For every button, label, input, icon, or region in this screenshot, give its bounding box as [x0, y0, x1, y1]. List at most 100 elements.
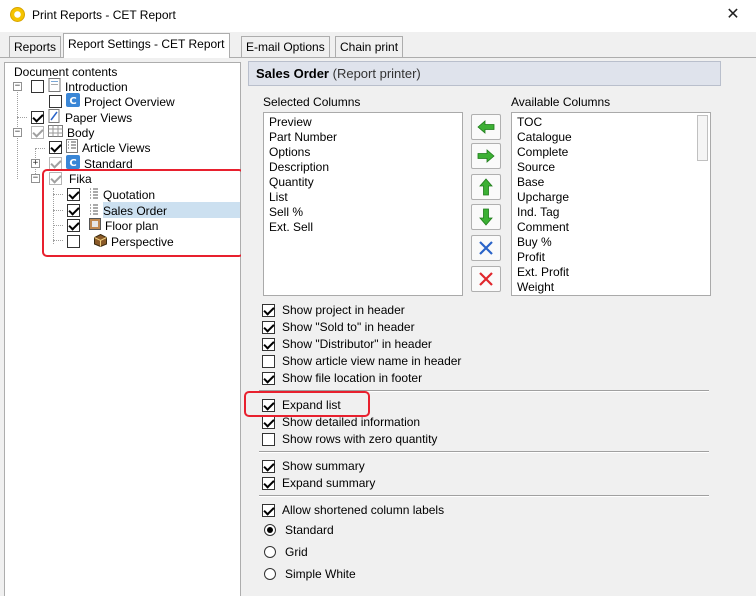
list-item[interactable]: Base — [517, 175, 705, 190]
checkbox[interactable] — [31, 126, 44, 139]
option-expand-summary[interactable]: Expand summary — [262, 475, 375, 491]
list-item[interactable]: TOC — [517, 115, 705, 130]
checkbox[interactable] — [262, 371, 275, 385]
tree-connector — [35, 148, 45, 149]
tree-item-label: Project Overview — [84, 94, 175, 109]
tab-chain-print[interactable]: Chain print — [335, 36, 404, 58]
remove-column-button[interactable] — [471, 235, 501, 261]
radio-button[interactable] — [264, 546, 276, 558]
checkbox[interactable] — [31, 80, 44, 93]
expander-introduction[interactable]: − — [13, 82, 22, 91]
checkbox[interactable] — [262, 320, 275, 334]
selected-columns-list[interactable]: Preview Part Number Options Description … — [263, 112, 463, 296]
radio-label: Standard — [285, 523, 334, 537]
body-grid-icon — [48, 125, 63, 140]
tab-strip: Reports Report Settings - CET Report E-m… — [0, 33, 756, 58]
list-item[interactable]: Ext. Sell — [269, 220, 457, 235]
red-x-icon — [479, 272, 493, 286]
checkbox[interactable] — [262, 354, 275, 368]
list-item[interactable]: Ext. Profit — [517, 265, 705, 280]
checkbox[interactable] — [262, 476, 275, 490]
list-item[interactable]: Description — [269, 160, 457, 175]
move-left-button[interactable] — [471, 114, 501, 140]
option-show-file-location[interactable]: Show file location in footer — [262, 370, 422, 386]
annotation-highlight-expand-list — [244, 391, 370, 417]
list-item[interactable]: Buy % — [517, 235, 705, 250]
tree-item-paper-views[interactable]: Paper Views — [31, 109, 133, 125]
list-item[interactable]: Upcharge — [517, 190, 705, 205]
selected-columns-label: Selected Columns — [263, 95, 361, 109]
blue-x-icon — [479, 241, 493, 255]
list-item[interactable]: Quantity — [269, 175, 457, 190]
checkbox[interactable] — [31, 111, 44, 124]
checkbox[interactable] — [262, 303, 275, 317]
available-columns-label: Available Columns — [511, 95, 611, 109]
checkbox[interactable] — [262, 503, 275, 517]
arrow-up-icon — [479, 178, 493, 196]
checkbox[interactable] — [262, 415, 275, 429]
checkbox[interactable] — [49, 95, 62, 108]
tab-report-settings[interactable]: Report Settings - CET Report — [63, 33, 230, 58]
expander-standard[interactable]: + — [31, 159, 40, 168]
tab-reports[interactable]: Reports — [9, 36, 62, 58]
option-allow-shortened-labels[interactable]: Allow shortened column labels — [262, 502, 444, 518]
expander-fika[interactable]: − — [31, 174, 40, 183]
tree-item-project-overview[interactable]: C Project Overview — [49, 93, 176, 109]
option-show-sold-to[interactable]: Show "Sold to" in header — [262, 319, 415, 335]
radio-label: Simple White — [285, 567, 356, 581]
expander-body[interactable]: − — [13, 128, 22, 137]
move-up-button[interactable] — [471, 174, 501, 200]
option-label: Show summary — [282, 459, 365, 473]
option-label: Show "Distributor" in header — [282, 337, 432, 351]
report-settings-panel: Sales Order (Report printer) Selected Co… — [241, 58, 756, 596]
list-item[interactable]: Catalogue — [517, 130, 705, 145]
arrow-left-icon — [477, 120, 495, 134]
option-show-article-view-name[interactable]: Show article view name in header — [262, 353, 461, 369]
checkbox[interactable] — [49, 141, 62, 154]
document-contents-tree[interactable]: Document contents − − + − Introduction C… — [4, 62, 241, 596]
checkbox[interactable] — [262, 337, 275, 351]
close-button[interactable]: ✕ — [710, 0, 756, 30]
list-item[interactable]: Ind. Tag — [517, 205, 705, 220]
tree-item-introduction[interactable]: Introduction — [31, 78, 129, 94]
list-item[interactable]: Part Number — [269, 130, 457, 145]
list-item[interactable]: Weight — [517, 280, 705, 295]
option-show-distributor[interactable]: Show "Distributor" in header — [262, 336, 432, 352]
style-radio-simple-white[interactable]: Simple White — [264, 566, 356, 582]
clear-columns-button[interactable] — [471, 266, 501, 292]
list-item[interactable]: Profit — [517, 250, 705, 265]
checkbox[interactable] — [262, 432, 275, 446]
list-item[interactable]: List — [269, 190, 457, 205]
list-item[interactable]: Sell % — [269, 205, 457, 220]
option-show-project-header[interactable]: Show project in header — [262, 302, 405, 318]
list-item[interactable]: Complete — [517, 145, 705, 160]
radio-label: Grid — [285, 545, 308, 559]
scrollbar[interactable] — [697, 115, 708, 293]
radio-button[interactable] — [264, 568, 276, 580]
option-show-zero-quantity[interactable]: Show rows with zero quantity — [262, 431, 437, 447]
move-down-button[interactable] — [471, 204, 501, 230]
panel-subtitle: (Report printer) — [332, 66, 421, 81]
style-radio-grid[interactable]: Grid — [264, 544, 308, 560]
tree-item-body[interactable]: Body — [31, 125, 95, 140]
move-right-button[interactable] — [471, 143, 501, 169]
list-item[interactable]: Source — [517, 160, 705, 175]
title-bar: Print Reports - CET Report ✕ — [0, 0, 756, 32]
style-radio-standard[interactable]: Standard — [264, 522, 334, 538]
tree-item-article-views[interactable]: Article Views — [49, 139, 151, 156]
list-item[interactable]: Comment — [517, 220, 705, 235]
radio-button[interactable] — [264, 524, 276, 536]
scroll-thumb[interactable] — [697, 115, 708, 161]
list-item[interactable]: Preview — [269, 115, 457, 130]
option-label: Expand summary — [282, 476, 376, 490]
list-item[interactable]: Options — [269, 145, 457, 160]
app-logo-icon — [10, 7, 25, 22]
checkbox[interactable] — [262, 459, 275, 473]
available-columns-list[interactable]: TOC Catalogue Complete Source Base Upcha… — [511, 112, 711, 296]
panel-title: Sales Order — [256, 66, 329, 81]
tree-item-label: Body — [67, 125, 95, 140]
list-document-icon — [66, 139, 78, 156]
option-label: Show project in header — [282, 303, 405, 317]
tab-email-options[interactable]: E-mail Options — [241, 36, 330, 58]
option-show-summary[interactable]: Show summary — [262, 458, 365, 474]
